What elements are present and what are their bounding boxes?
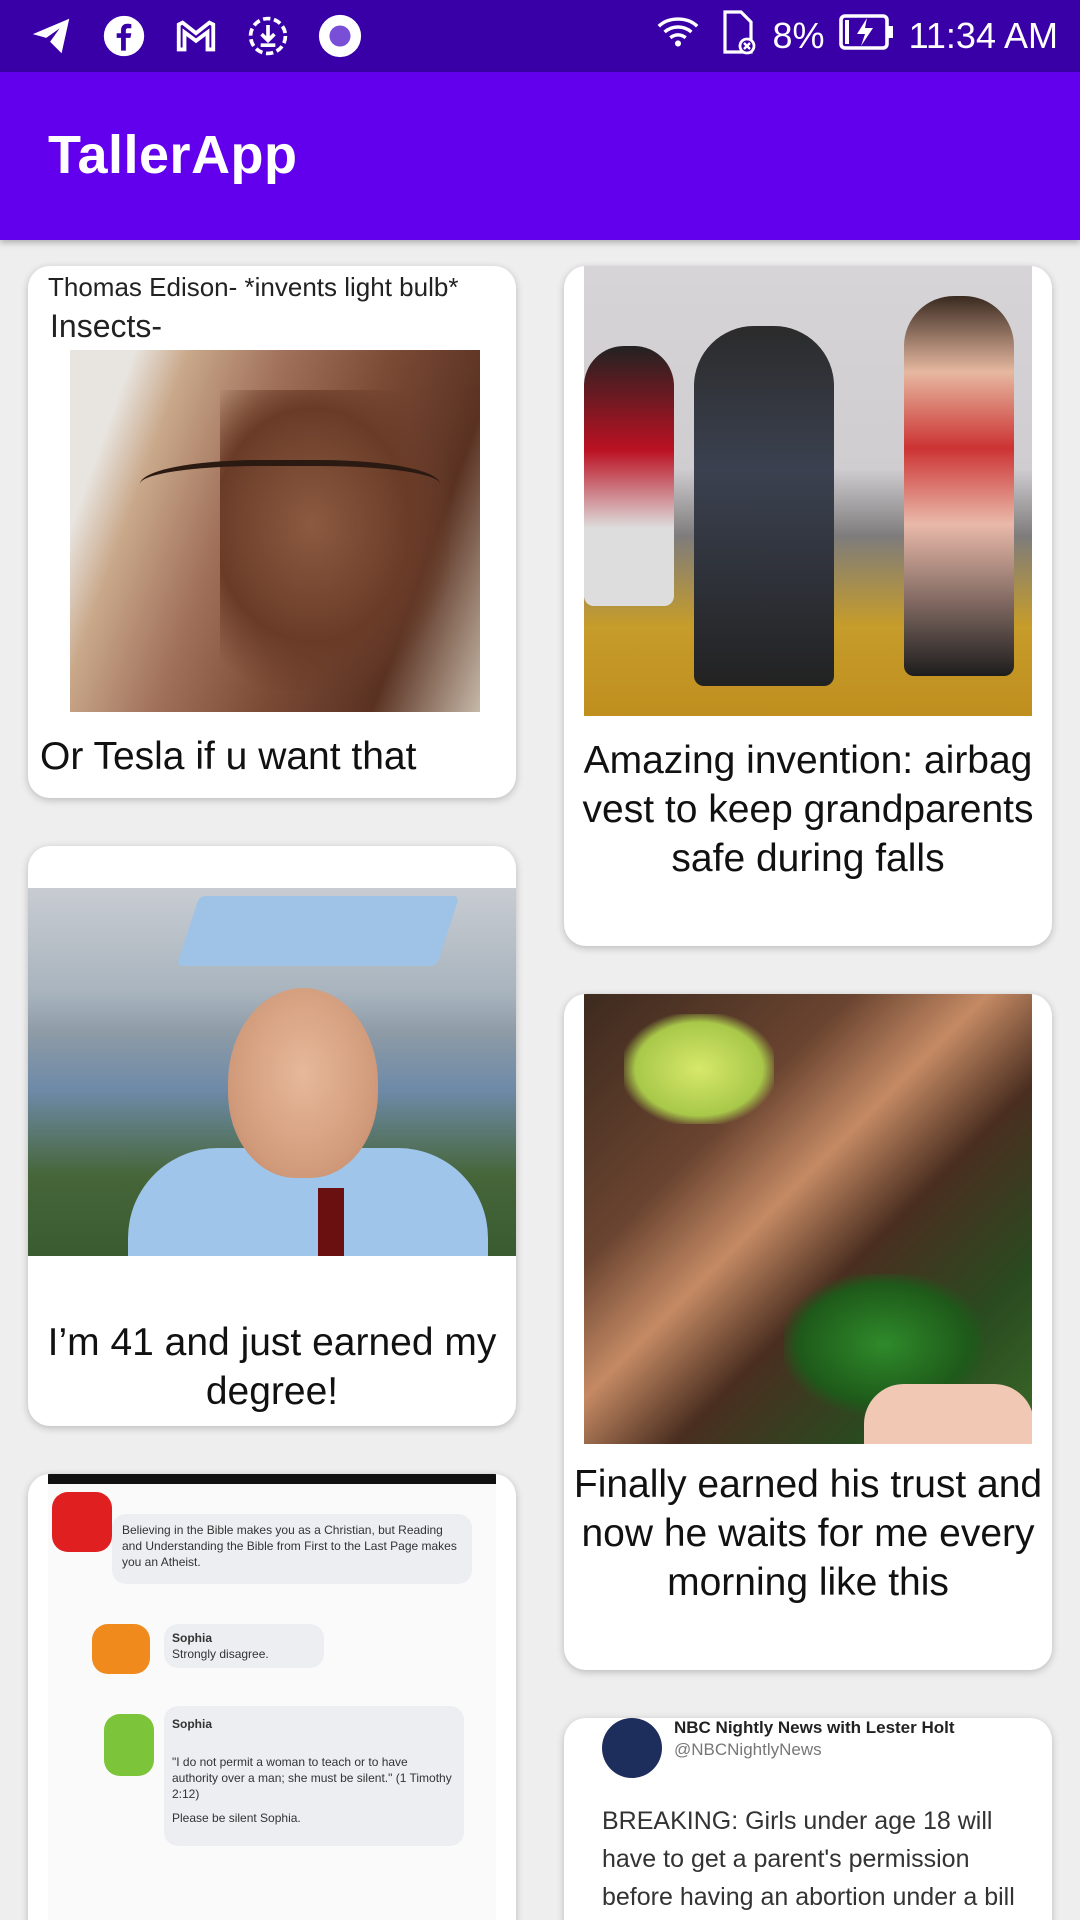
battery-percent: 8% (772, 15, 825, 56)
post-card[interactable]: NBC Nightly News with Lester Holt @NBCNi… (564, 1718, 1052, 1920)
comment-author: Sophia (172, 1717, 213, 1731)
comment-text: Strongly disagree. (172, 1647, 269, 1661)
comment-text: "I do not permit a woman to teach or to … (172, 1755, 452, 1801)
post-caption: Or Tesla if u want that (40, 735, 417, 778)
post-card[interactable]: I’m 41 and just earned my degree! (28, 846, 516, 1426)
tweet-handle: @NBCNightlyNews (674, 1740, 822, 1759)
status-bar: 8% 11:34 AM (0, 0, 1080, 72)
post-caption: I’m 41 and just earned my degree! (47, 1321, 497, 1413)
record-icon (316, 12, 364, 60)
facebook-icon (100, 12, 148, 60)
comment-text: Believing in the Bible makes you as a Ch… (122, 1523, 457, 1569)
post-caption: Finally earned his trust and now he wait… (573, 1463, 1043, 1604)
clock: 11:34 AM (908, 15, 1058, 56)
app-title: TallerApp (48, 125, 298, 185)
nbc-logo (602, 1718, 662, 1778)
tweet-text: BREAKING: Girls under age 18 will have t… (602, 1807, 1015, 1911)
post-image: Believing in the Bible makes you as a Ch… (48, 1474, 496, 1920)
post-card[interactable]: Amazing invention: airbag vest to keep g… (564, 266, 1052, 946)
telegram-icon (28, 12, 76, 60)
no-sim-icon (715, 8, 759, 65)
tweet-author: NBC Nightly News with Lester Holt (674, 1718, 955, 1737)
post-card[interactable]: Thomas Edison- *invents light bulb* Inse… (28, 266, 516, 798)
post-card[interactable]: Finally earned his trust and now he wait… (564, 994, 1052, 1670)
app-bar: TallerApp (0, 72, 1080, 240)
post-caption: Amazing invention: airbag vest to keep g… (582, 739, 1034, 880)
post-image (28, 888, 516, 1256)
battery-charging-icon (838, 12, 895, 61)
notification-icons (28, 0, 364, 72)
post-image (584, 994, 1032, 1444)
system-status: 8% 11:34 AM (655, 0, 1058, 72)
post-image (70, 350, 480, 712)
gmail-icon (172, 12, 220, 60)
wifi-icon (655, 9, 701, 64)
post-card[interactable]: Believing in the Bible makes you as a Ch… (28, 1474, 516, 1920)
post-image (584, 266, 1032, 716)
download-icon (244, 12, 292, 60)
meme-text: Thomas Edison- *invents light bulb* (48, 272, 459, 302)
comment-text: Please be silent Sophia. (172, 1811, 301, 1825)
meme-text: Insects- (50, 308, 163, 344)
comment-author: Sophia (172, 1631, 213, 1645)
